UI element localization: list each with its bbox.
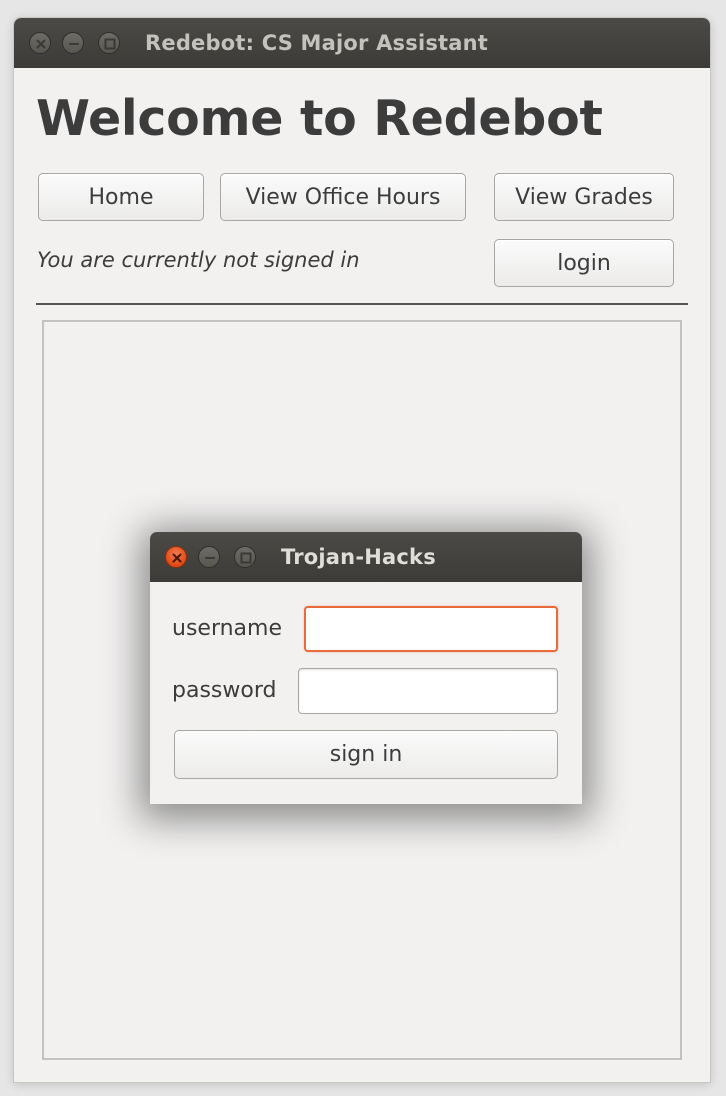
close-icon[interactable] — [165, 546, 187, 568]
window-title: Redebot: CS Major Assistant — [145, 31, 489, 55]
home-button[interactable]: Home — [38, 173, 204, 221]
main-titlebar[interactable]: Redebot: CS Major Assistant — [14, 18, 710, 68]
login-button[interactable]: login — [494, 239, 674, 287]
view-grades-button[interactable]: View Grades — [494, 173, 674, 221]
sign-in-button[interactable]: sign in — [174, 730, 558, 779]
username-field[interactable] — [304, 606, 558, 652]
login-dialog: Trojan-Hacks username password sign in — [150, 532, 582, 804]
maximize-icon[interactable] — [234, 546, 256, 568]
minimize-icon[interactable] — [198, 546, 220, 568]
password-label: password — [172, 678, 277, 703]
page-title: Welcome to Redebot — [36, 90, 603, 147]
view-office-hours-button[interactable]: View Office Hours — [220, 173, 466, 221]
dialog-title: Trojan-Hacks — [281, 545, 436, 569]
username-label: username — [172, 616, 282, 641]
sign-in-status: You are currently not signed in — [37, 248, 360, 272]
close-icon[interactable] — [29, 32, 51, 54]
password-field[interactable] — [298, 668, 558, 714]
maximize-icon[interactable] — [98, 32, 120, 54]
divider — [36, 303, 688, 305]
dialog-titlebar[interactable]: Trojan-Hacks — [150, 532, 582, 582]
minimize-icon[interactable] — [62, 32, 84, 54]
